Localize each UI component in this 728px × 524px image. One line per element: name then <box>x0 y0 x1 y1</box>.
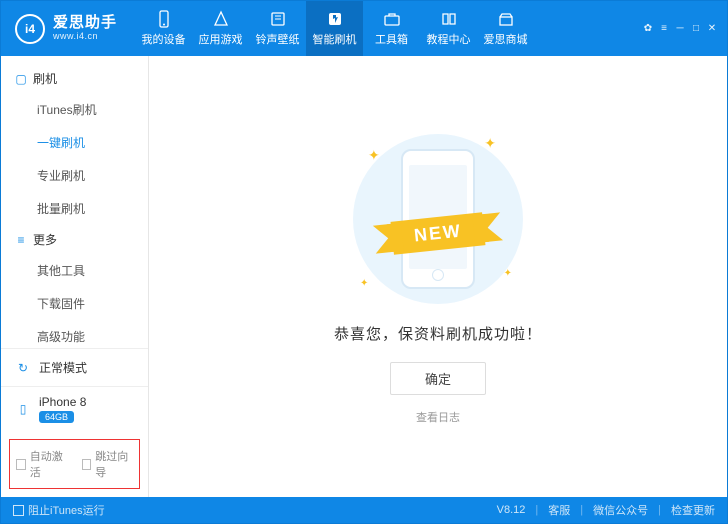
support-link[interactable]: 客服 <box>548 502 570 518</box>
tab-label: 我的设备 <box>142 31 186 47</box>
tab-my-device[interactable]: 我的设备 <box>135 1 192 56</box>
minimize-icon[interactable]: ─ <box>675 24 685 34</box>
checkbox-auto-activate[interactable]: 自动激活 <box>16 448 68 480</box>
sidebar: ▢ 刷机 iTunes刷机 一键刷机 专业刷机 批量刷机 ≡ 更多 其他工具 下… <box>1 56 149 497</box>
check-update-link[interactable]: 检查更新 <box>671 502 715 518</box>
device-name: iPhone 8 <box>39 395 86 409</box>
tab-tutorials[interactable]: 教程中心 <box>420 1 477 56</box>
maximize-icon[interactable]: □ <box>691 24 701 34</box>
flash-icon <box>326 10 344 28</box>
refresh-icon: ↻ <box>15 361 31 375</box>
device-icon: ▢ <box>15 72 27 86</box>
checkbox-icon <box>13 505 24 516</box>
checkbox-label: 阻止iTunes运行 <box>28 502 105 518</box>
menu-icon[interactable]: ≡ <box>659 24 669 34</box>
sidebar-item-advanced[interactable]: 高级功能 <box>37 320 148 348</box>
sidebar-item-download-fw[interactable]: 下载固件 <box>37 287 148 320</box>
ok-button[interactable]: 确定 <box>390 362 486 395</box>
logo-badge: i4 <box>15 14 45 44</box>
group-title: 刷机 <box>33 70 57 87</box>
success-illustration: ✦ ✦ ✦ ✦ NEW <box>338 129 538 309</box>
mode-label: 正常模式 <box>39 359 87 376</box>
sidebar-item-other-tools[interactable]: 其他工具 <box>37 254 148 287</box>
footer: 阻止iTunes运行 V8.12 | 客服 | 微信公众号 | 检查更新 <box>1 497 727 523</box>
sidebar-item-itunes[interactable]: iTunes刷机 <box>37 93 148 126</box>
sparkle-icon: ✦ <box>504 268 512 279</box>
tab-label: 铃声壁纸 <box>256 31 300 47</box>
flash-options-box: 自动激活 跳过向导 <box>9 439 140 489</box>
tab-label: 爱思商城 <box>484 31 528 47</box>
book-icon <box>440 10 458 28</box>
device-storage-badge: 64GB <box>39 411 74 423</box>
success-message: 恭喜您，保资料刷机成功啦！ <box>334 323 542 344</box>
sparkle-icon: ✦ <box>368 147 380 164</box>
sidebar-item-oneclick[interactable]: 一键刷机 <box>37 126 148 159</box>
tab-apps[interactable]: 应用游戏 <box>192 1 249 56</box>
main-panel: ✦ ✦ ✦ ✦ NEW 恭喜您，保资料刷机成功啦！ 确定 查看日志 <box>149 56 727 497</box>
checkbox-icon <box>82 459 92 470</box>
phone-small-icon: ▯ <box>15 402 31 416</box>
toolbox-icon <box>383 10 401 28</box>
device-info[interactable]: ▯ iPhone 8 64GB <box>1 387 148 433</box>
checkbox-block-itunes[interactable]: 阻止iTunes运行 <box>13 502 105 518</box>
wechat-link[interactable]: 微信公众号 <box>593 502 648 518</box>
apps-icon <box>212 10 230 28</box>
tab-label: 教程中心 <box>427 31 471 47</box>
more-icon: ≡ <box>15 233 27 247</box>
app-name: 爱思助手 <box>53 15 117 32</box>
app-logo: i4 爱思助手 www.i4.cn <box>1 14 129 44</box>
tab-shop[interactable]: 爱思商城 <box>477 1 534 56</box>
header-tabs: 我的设备 应用游戏 铃声壁纸 智能刷机 工具箱 教程中心 <box>135 1 534 56</box>
checkbox-icon <box>16 459 26 470</box>
window-controls: ✿ ≡ ─ □ ✕ <box>643 24 727 34</box>
tab-flash[interactable]: 智能刷机 <box>306 1 363 56</box>
tab-label: 工具箱 <box>375 31 408 47</box>
checkbox-label: 自动激活 <box>30 448 68 480</box>
phone-icon <box>155 10 173 28</box>
shop-icon <box>497 10 515 28</box>
sidebar-group-more[interactable]: ≡ 更多 <box>1 225 148 254</box>
sidebar-item-pro[interactable]: 专业刷机 <box>37 159 148 192</box>
app-site: www.i4.cn <box>53 32 117 42</box>
body: ▢ 刷机 iTunes刷机 一键刷机 专业刷机 批量刷机 ≡ 更多 其他工具 下… <box>1 56 727 497</box>
group-title: 更多 <box>33 231 57 248</box>
tab-ringtones[interactable]: 铃声壁纸 <box>249 1 306 56</box>
sidebar-group-flash[interactable]: ▢ 刷机 <box>1 64 148 93</box>
sidebar-item-batch[interactable]: 批量刷机 <box>37 192 148 225</box>
tab-label: 应用游戏 <box>199 31 243 47</box>
sparkle-icon: ✦ <box>484 135 496 152</box>
close-icon[interactable]: ✕ <box>707 24 717 34</box>
view-log-link[interactable]: 查看日志 <box>416 409 460 425</box>
tab-toolbox[interactable]: 工具箱 <box>363 1 420 56</box>
version-label: V8.12 <box>497 504 526 516</box>
skin-icon[interactable]: ✿ <box>643 24 653 34</box>
checkbox-skip-guide[interactable]: 跳过向导 <box>82 448 134 480</box>
sparkle-icon: ✦ <box>360 278 368 289</box>
device-mode[interactable]: ↻ 正常模式 <box>1 349 148 387</box>
tab-label: 智能刷机 <box>313 31 357 47</box>
header: i4 爱思助手 www.i4.cn 我的设备 应用游戏 铃声壁纸 智能刷机 <box>1 1 727 56</box>
checkbox-label: 跳过向导 <box>95 448 133 480</box>
music-icon <box>269 10 287 28</box>
